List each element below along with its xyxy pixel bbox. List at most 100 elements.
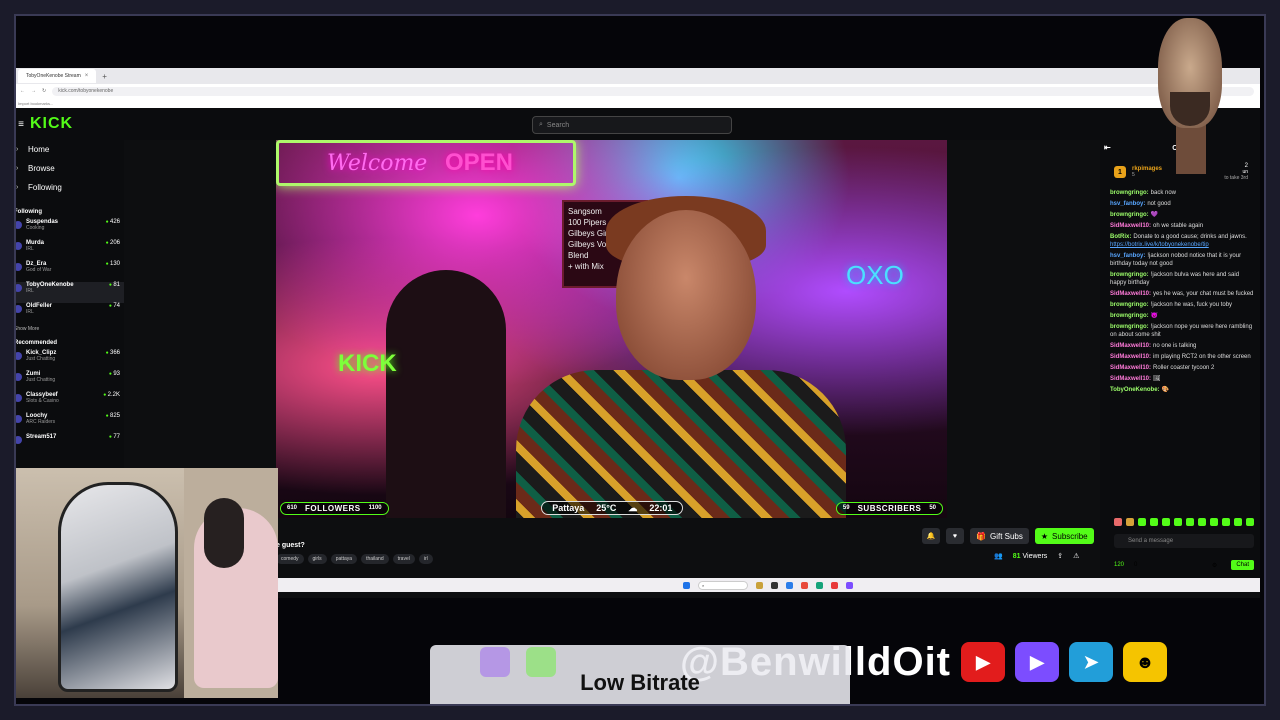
taskbar-app-icon[interactable] [831,581,838,589]
sidebar-channel[interactable]: TobyOneKenobeIRL 81 [14,282,124,303]
channel-info: Kick_Clipz Just Chatting [14,350,56,371]
emote-icon[interactable] [1174,518,1182,526]
emote-icon[interactable] [1114,518,1122,526]
taskbar-app-icon[interactable] [786,581,793,589]
avatar [14,415,22,423]
send-chat-button[interactable]: Chat [1231,560,1254,570]
sidebar-item-following[interactable]: › Following [14,178,124,197]
bookmarks-bar[interactable]: Import bookmarks... [14,98,1260,108]
chat-username[interactable]: browngringo: [1110,313,1149,319]
emote-icon[interactable] [1210,518,1218,526]
chat-message: browngringo: 😈 [1100,311,1260,322]
taskbar-app-icon[interactable] [756,581,763,589]
bell-icon[interactable]: 🔔 [922,528,940,544]
kick-logo[interactable]: KICK [30,115,73,133]
stream-tag[interactable]: travel [392,554,415,564]
emote-icon[interactable] [1138,518,1146,526]
avatar [14,352,22,360]
menu-icon[interactable]: ≡ [14,119,28,130]
stream-tag[interactable]: irl [418,554,433,564]
new-tab-button[interactable]: + [102,72,107,81]
emote-icon[interactable] [1126,518,1134,526]
chat-username[interactable]: SidMaxwell10: [1110,223,1151,229]
browser-tab[interactable]: TobyOneKenobe Stream × [18,69,97,83]
avatar [14,305,22,313]
taskbar-app-icon[interactable] [801,581,808,589]
sidebar-channel[interactable]: SuspendasCooking 426 [14,219,124,240]
close-icon[interactable]: × [85,73,89,79]
subscribe-button[interactable]: ★ Subscribe [1034,528,1094,544]
stream-tag[interactable]: girls [307,554,327,564]
points-value[interactable]: 120 [1114,562,1124,568]
gear-icon[interactable]: ⚙ [1212,562,1217,569]
emote-icon[interactable] [1162,518,1170,526]
taskbar-search[interactable]: ⌕ [698,580,748,590]
chat-username[interactable]: hsv_fanboy: [1110,253,1145,259]
emote-icon[interactable] [1186,518,1194,526]
address-field[interactable]: kick.com/tobyonekenobe [52,86,1254,96]
windows-start-icon[interactable] [683,581,690,589]
chat-username[interactable]: browngringo: [1110,302,1149,308]
collapse-chat-icon[interactable]: ⇤ [1104,143,1111,152]
sidebar-channel[interactable]: OldFellerIRL 74 [14,303,124,324]
sidebar-item-home[interactable]: › Home [14,140,124,159]
stream-frame: TobyOneKenobe Stream × + ← → ↻ kick.com/… [0,0,1280,720]
emote-icon[interactable] [1234,518,1242,526]
chat-username[interactable]: SidMaxwell10: [1110,291,1151,297]
report-icon[interactable]: ⚠ [1073,552,1079,560]
taskbar-app-icon[interactable] [816,581,823,589]
chat-input[interactable]: Send a message [1114,534,1254,548]
chat-username[interactable]: browngringo: [1110,324,1149,330]
emote-icon[interactable] [1246,518,1254,526]
sidebar-channel[interactable]: Kick_ClipzJust Chatting 366 [14,350,124,371]
forward-icon[interactable]: → [31,88,36,94]
chat-username[interactable]: SidMaxwell10: [1110,376,1151,382]
chat-username[interactable]: BotRix: [1110,234,1131,240]
chat-username[interactable]: hsv_fanboy: [1110,201,1145,207]
sidebar-item-browse[interactable]: › Browse [14,159,124,178]
gift-subs-label: Gift Subs [989,531,1023,541]
sidebar-channel[interactable]: Stream517 77 [14,434,124,455]
chat-username[interactable]: browngringo: [1110,190,1149,196]
chat-username[interactable]: SidMaxwell10: [1110,343,1151,349]
neon-welcome-text: Welcome [327,151,428,176]
sidebar-channel[interactable]: MurdaIRL 206 [14,240,124,261]
chat-message: SidMaxwell10: no one is talking [1100,341,1260,352]
video-player[interactable]: Welcome OPEN Sangsom 100 Pipers Gilbeys … [276,140,947,518]
gift-subs-button[interactable]: 🎁 Gift Subs [970,528,1029,544]
channel-viewer-count: 366 [106,350,120,371]
show-more-link[interactable]: Show More [14,326,124,332]
channel-category: Just Chatting [26,377,56,383]
chat-username[interactable]: browngringo: [1110,212,1149,218]
emote-icon[interactable] [1198,518,1206,526]
channel-category: Cooking [26,225,45,231]
emote-icon[interactable] [1150,518,1158,526]
location-text: Pattaya [552,503,585,513]
chat-username[interactable]: SidMaxwell10: [1110,354,1151,360]
home-icon: › [16,146,19,153]
sidebar-channel[interactable]: ClassybeefSlots & Casino 2.2K [14,392,124,413]
chat-username[interactable]: SidMaxwell10: [1110,365,1151,371]
sidebar-channel[interactable]: LoochyARC Raiders 825 [14,413,124,434]
stream-tag[interactable]: comedy [276,554,304,564]
taskbar-app-icon[interactable] [771,581,778,589]
chat-text: im playing RCT2 on the other screen [1153,354,1251,360]
search-input[interactable]: ⌕ Search [532,116,732,134]
sidebar-channel[interactable]: ZumiJust Chatting 93 [14,371,124,392]
share-icon[interactable]: ⇪ [1057,552,1063,560]
reload-icon[interactable]: ↻ [42,88,46,94]
chat-message: SidMaxwell10: im playing RCT2 on the othe… [1100,352,1260,363]
back-icon[interactable]: ← [20,88,25,94]
stream-tag[interactable]: pattaya [330,554,358,564]
heart-icon[interactable]: ♥ [946,528,964,544]
emote-icon[interactable] [1222,518,1230,526]
chat-link[interactable]: https://botrix.live/k/tobyonekenobe/tip [1110,242,1209,248]
chat-username[interactable]: TobyOneKenobe: [1110,387,1160,393]
gift-count[interactable]: 0 [1134,562,1137,568]
taskbar-app-icon[interactable] [846,581,853,589]
avatar [14,284,22,292]
sidebar-channel[interactable]: Dz_EraGod of War 130 [14,261,124,282]
chat-username[interactable]: browngringo: [1110,272,1149,278]
stream-tag[interactable]: thailand [361,554,389,564]
gaming-chair [58,482,178,692]
